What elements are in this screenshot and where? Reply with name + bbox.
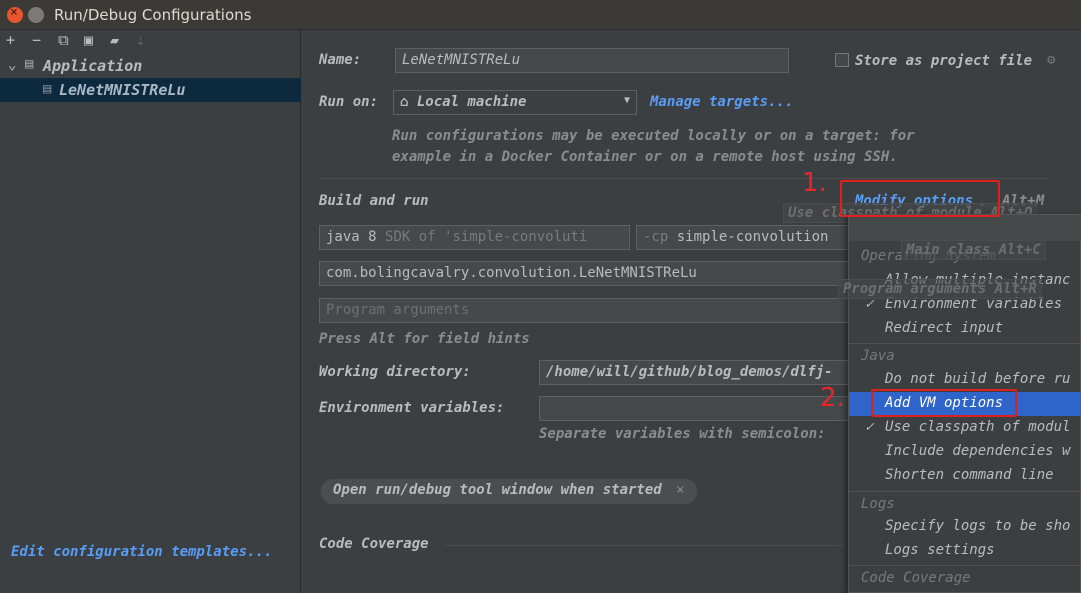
sort-icon[interactable]: ⇣ <box>136 31 145 49</box>
annotation-box-1 <box>840 180 1000 217</box>
section-header: Code Coverage <box>861 570 971 586</box>
divider <box>319 178 1049 179</box>
tag-label: Open run/debug tool window when started <box>333 482 662 498</box>
menu-item-shorten-cmd[interactable]: Shorten command line <box>849 464 1081 488</box>
run-on-select[interactable]: ⌂ Local machine ▼ <box>393 90 637 115</box>
run-on-value: Local machine <box>416 94 527 110</box>
popup-search[interactable] <box>849 215 1081 241</box>
close-window-button[interactable]: × <box>7 5 23 23</box>
menu-item-label: Do not build before ru <box>885 371 1071 387</box>
menu-item-label: Specify logs to be sho <box>885 518 1071 534</box>
hint-program-args: Program arguments Alt+R <box>838 279 1042 299</box>
store-label: Store as project file <box>855 53 1033 69</box>
tree-item-label: Application <box>43 57 143 75</box>
gear-icon[interactable]: ⚙ <box>1047 52 1055 68</box>
working-dir-input[interactable]: /home/will/github/blog_demos/dlfj- <box>539 360 849 385</box>
classpath-select[interactable]: -cp simple-convolution <box>636 225 851 250</box>
tree-item-lenet[interactable]: ▤ LeNetMNISTReLu <box>0 78 301 102</box>
jre-select[interactable]: java 8 SDK of 'simple-convoluti <box>319 225 630 250</box>
store-checkbox[interactable] <box>835 53 849 67</box>
menu-item-label: Use classpath of modul <box>885 419 1071 435</box>
main-class-input[interactable]: com.bolingcavalry.convolution.LeNetMNIST… <box>319 261 849 286</box>
hint-main-class: Main class Alt+C <box>901 240 1046 260</box>
home-icon: ⌂ <box>400 94 417 110</box>
name-input[interactable]: LeNetMNISTReLu <box>395 48 789 73</box>
env-label: Environment variables: <box>319 400 505 416</box>
alt-hint: Press Alt for field hints <box>319 331 530 347</box>
separator <box>849 343 1081 344</box>
section-header: Logs <box>861 496 895 512</box>
menu-item-redirect-input[interactable]: Redirect input <box>849 317 1081 341</box>
annotation-step-2: 2. <box>820 383 845 413</box>
menu-item-include-deps[interactable]: Include dependencies w <box>849 440 1081 464</box>
separator <box>849 491 1081 492</box>
tree-item-label: LeNetMNISTReLu <box>59 81 186 99</box>
window-title: Run/Debug Configurations <box>54 6 252 24</box>
build-run-heading: Build and run <box>319 193 429 209</box>
add-icon[interactable]: + <box>6 31 15 49</box>
env-input[interactable] <box>539 396 849 421</box>
dropdown-arrow-icon: ▼ <box>623 95 630 106</box>
new-folder-icon[interactable]: ▰ <box>110 31 119 49</box>
config-icon: ▤ <box>43 81 52 97</box>
open-tool-window-tag[interactable]: Open run/debug tool window when started … <box>321 479 697 504</box>
edit-templates-link[interactable]: Edit configuration templates... <box>11 544 272 560</box>
section-header: Java <box>861 348 895 364</box>
annotation-step-1: 1. <box>802 168 827 198</box>
run-on-hint: example in a Docker Container or on a re… <box>392 149 898 165</box>
run-on-label: Run on: <box>319 94 379 110</box>
manage-targets-link[interactable]: Manage targets... <box>650 94 793 110</box>
menu-item-use-classpath[interactable]: ✓ Use classpath of modul <box>849 416 1081 440</box>
save-icon[interactable]: ▣ <box>84 31 93 49</box>
chevron-down-icon: ⌄ <box>8 57 17 73</box>
menu-item-specify-logs[interactable]: Specify logs to be sho <box>849 515 1081 539</box>
separator <box>849 565 1081 566</box>
remove-icon[interactable]: − <box>32 31 41 49</box>
program-args-input[interactable]: Program arguments <box>319 298 849 323</box>
divider <box>445 545 845 546</box>
application-icon: ▤ <box>25 56 34 72</box>
tree-item-application[interactable]: ⌄ ▤ Application <box>0 55 301 77</box>
menu-item-logs-settings[interactable]: Logs settings <box>849 539 1081 563</box>
run-on-hint: Run configurations may be executed local… <box>392 128 915 144</box>
jre-value: java 8 <box>326 229 377 245</box>
code-coverage-heading: Code Coverage <box>319 536 429 552</box>
name-label: Name: <box>319 52 362 68</box>
minimize-window-button[interactable] <box>28 7 44 23</box>
cp-value: simple-convolution <box>676 229 829 245</box>
menu-item-label: Include dependencies w <box>885 443 1071 459</box>
menu-item-label: Shorten command line <box>885 467 1054 483</box>
env-hint: Separate variables with semicolon: <box>539 426 826 442</box>
menu-item-label: Logs settings <box>885 542 995 558</box>
menu-item-label: Redirect input <box>885 320 1004 336</box>
copy-icon[interactable]: ⧉ <box>58 31 69 49</box>
cp-prefix: -cp <box>643 229 669 245</box>
close-icon[interactable]: × <box>676 482 684 498</box>
jre-detail: SDK of 'simple-convoluti <box>385 229 588 245</box>
check-icon: ✓ <box>865 419 874 435</box>
working-dir-label: Working directory: <box>319 364 471 380</box>
sidebar <box>0 30 301 593</box>
annotation-box-2 <box>871 389 1017 417</box>
